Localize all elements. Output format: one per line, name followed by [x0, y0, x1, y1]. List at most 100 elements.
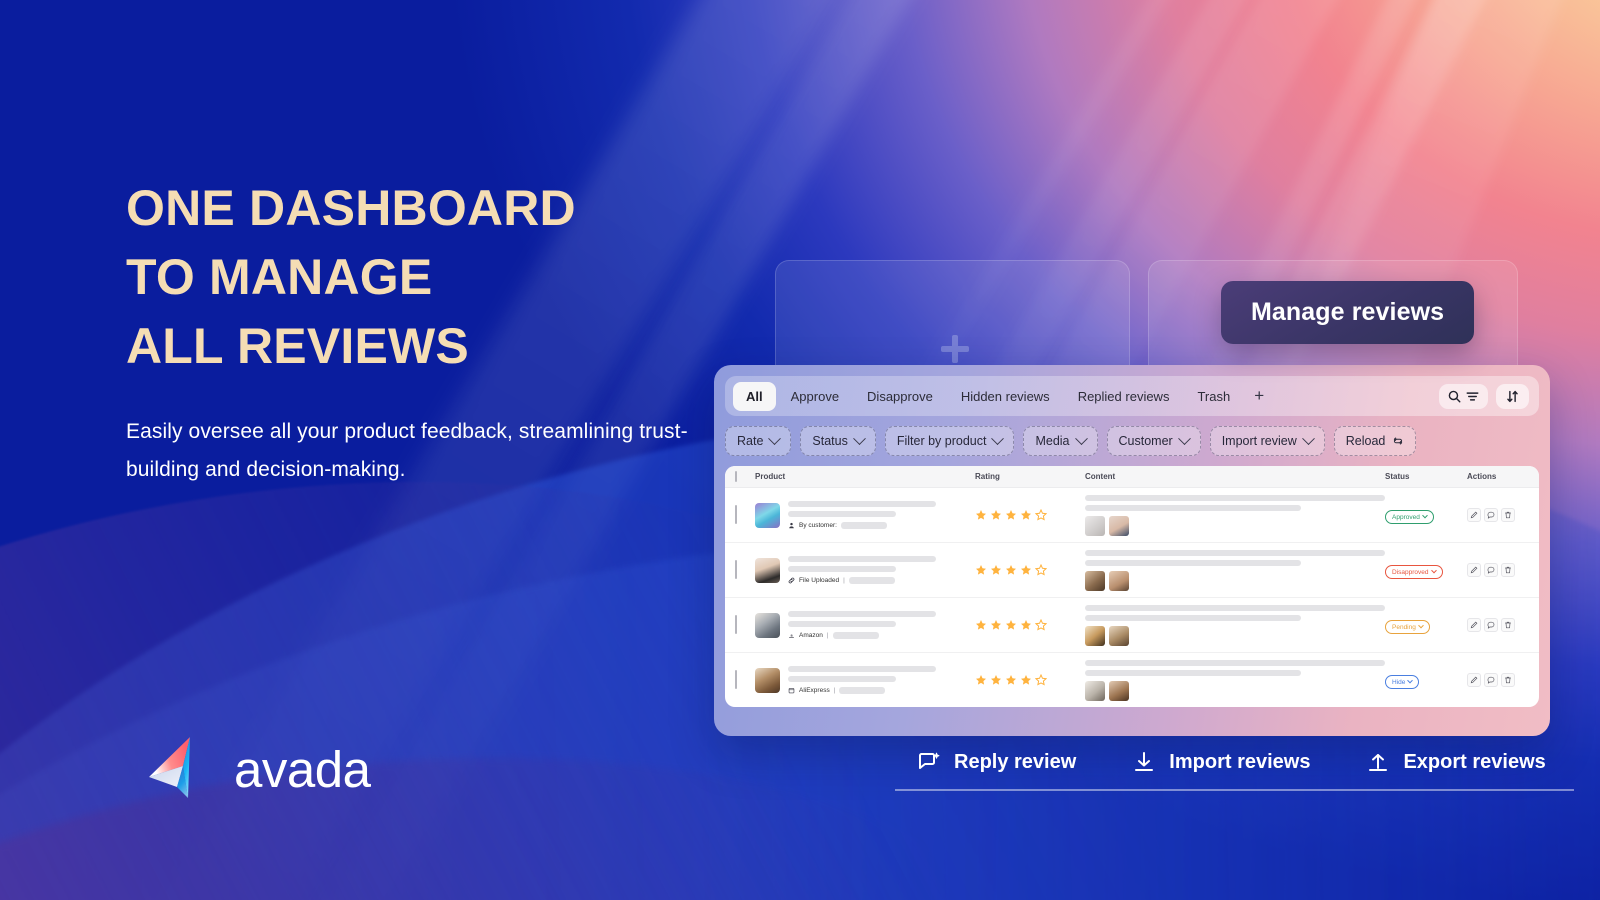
delete-icon[interactable]	[1501, 508, 1515, 522]
feature-import-reviews-label: Import reviews	[1169, 750, 1311, 773]
table-row[interactable]: a Amazon | Pending	[725, 598, 1539, 653]
product-name-placeholder	[788, 666, 936, 672]
aliexpress-icon	[788, 687, 795, 694]
chevron-down-icon	[991, 431, 1005, 445]
table-row[interactable]: AliExpress | Hide	[725, 653, 1539, 707]
table-row[interactable]: By customer: Approved	[725, 488, 1539, 543]
status-badge[interactable]: Pending	[1385, 620, 1430, 635]
svg-text:a: a	[790, 633, 793, 638]
column-content: Content	[1085, 472, 1116, 481]
review-media-thumb[interactable]	[1109, 570, 1129, 591]
reload-label: Reload	[1345, 434, 1386, 448]
product-name-placeholder	[788, 611, 936, 617]
refresh-icon	[1392, 435, 1404, 447]
edit-icon[interactable]	[1467, 618, 1481, 632]
delete-icon[interactable]	[1501, 563, 1515, 577]
import-review-button[interactable]: Import review	[1209, 426, 1325, 456]
review-content-placeholder	[1085, 549, 1385, 566]
reply-icon[interactable]	[1484, 673, 1498, 687]
download-icon	[1135, 752, 1154, 771]
rating-stars	[975, 509, 1085, 521]
filter-customer[interactable]: Customer	[1106, 426, 1201, 456]
filter-icon[interactable]	[1465, 389, 1480, 404]
product-thumbnail	[755, 612, 780, 638]
filter-status-label: Status	[812, 434, 848, 448]
status-badge-label: Hide	[1392, 678, 1406, 686]
delete-icon[interactable]	[1501, 618, 1515, 632]
tab-disapprove[interactable]: Disapprove	[854, 382, 946, 411]
reply-icon[interactable]	[1484, 563, 1498, 577]
tab-approve[interactable]: Approve	[778, 382, 852, 411]
row-checkbox[interactable]	[735, 670, 737, 689]
add-tab-button[interactable]: +	[1245, 384, 1273, 408]
tab-trash[interactable]: Trash	[1184, 382, 1243, 411]
reply-icon[interactable]	[1484, 618, 1498, 632]
brand-logo: avada	[147, 735, 371, 803]
delete-icon[interactable]	[1501, 673, 1515, 687]
chevron-down-icon	[1421, 513, 1428, 519]
review-source-label: By customer:	[799, 522, 837, 529]
reply-icon[interactable]	[1484, 508, 1498, 522]
column-rating: Rating	[975, 472, 1000, 481]
status-badge-label: Approved	[1392, 513, 1420, 521]
filter-by-product[interactable]: Filter by product	[884, 426, 1015, 456]
plus-icon	[941, 335, 969, 363]
filter-by-product-label: Filter by product	[896, 434, 987, 448]
reload-button[interactable]: Reload	[1333, 426, 1417, 456]
row-checkbox[interactable]	[735, 615, 737, 634]
chevron-down-icon	[1177, 431, 1191, 445]
hero-copy: ONE DASHBOARD TO MANAGE ALL REVIEWS Easi…	[126, 174, 746, 489]
import-review-label: Import review	[1221, 434, 1297, 448]
tab-hidden-reviews[interactable]: Hidden reviews	[948, 382, 1063, 411]
edit-icon[interactable]	[1467, 563, 1481, 577]
page-title: ONE DASHBOARD TO MANAGE ALL REVIEWS	[126, 174, 746, 381]
feature-import-reviews[interactable]: Import reviews	[1104, 750, 1339, 791]
feature-reply-review[interactable]: Reply review	[895, 750, 1105, 791]
feature-reply-review-label: Reply review	[954, 750, 1077, 773]
table-row[interactable]: File Uploaded | Disapproved	[725, 543, 1539, 598]
filter-customer-label: Customer	[1118, 434, 1173, 448]
feature-bar: Reply review Import reviews Export revie…	[895, 750, 1574, 791]
review-media	[1085, 570, 1385, 591]
table-header-row: Product Rating Content Status Actions	[725, 466, 1539, 488]
filter-status[interactable]: Status	[800, 426, 876, 456]
review-media-thumb[interactable]	[1085, 570, 1105, 591]
edit-icon[interactable]	[1467, 673, 1481, 687]
review-media-thumb[interactable]	[1109, 515, 1129, 536]
hero-subcopy: Easily oversee all your product feedback…	[126, 420, 688, 482]
search-icon[interactable]	[1447, 389, 1462, 404]
product-meta-placeholder	[788, 621, 896, 627]
product-thumbnail	[755, 502, 780, 528]
review-media-thumb[interactable]	[1109, 625, 1129, 646]
review-media-thumb[interactable]	[1085, 625, 1105, 646]
status-badge-label: Disapproved	[1392, 568, 1429, 576]
separator: |	[833, 687, 836, 694]
status-badge[interactable]: Hide	[1385, 675, 1420, 690]
row-checkbox[interactable]	[735, 505, 737, 524]
headline-line-3: ALL REVIEWS	[126, 318, 469, 374]
status-badge[interactable]: Approved	[1385, 510, 1434, 525]
review-media-thumb[interactable]	[1085, 680, 1105, 701]
filter-bar: Rate Status Filter by product Media Cust…	[725, 426, 1539, 456]
filter-media[interactable]: Media	[1023, 426, 1098, 456]
feature-export-reviews-label: Export reviews	[1403, 750, 1546, 773]
review-media-thumb[interactable]	[1085, 515, 1105, 536]
review-source-label: File Uploaded	[799, 577, 840, 584]
brand-name: avada	[234, 740, 371, 798]
tab-replied-reviews[interactable]: Replied reviews	[1065, 382, 1183, 411]
headline-line-1: ONE DASHBOARD	[126, 180, 576, 236]
status-badge[interactable]: Disapproved	[1385, 565, 1443, 580]
customer-name-placeholder	[840, 522, 887, 529]
customer-name-placeholder	[839, 687, 886, 694]
review-media-thumb[interactable]	[1109, 680, 1129, 701]
edit-icon[interactable]	[1467, 508, 1481, 522]
review-media	[1085, 515, 1385, 536]
sort-button[interactable]	[1496, 383, 1529, 409]
manage-reviews-button[interactable]: Manage reviews	[1221, 281, 1475, 344]
headline-line-2: TO MANAGE	[126, 249, 433, 305]
feature-export-reviews[interactable]: Export reviews	[1338, 750, 1574, 791]
review-source-label: AliExpress	[799, 687, 830, 694]
row-checkbox[interactable]	[735, 560, 737, 579]
chevron-down-icon	[1407, 678, 1414, 684]
avada-paper-plane-logo-icon	[149, 737, 190, 798]
